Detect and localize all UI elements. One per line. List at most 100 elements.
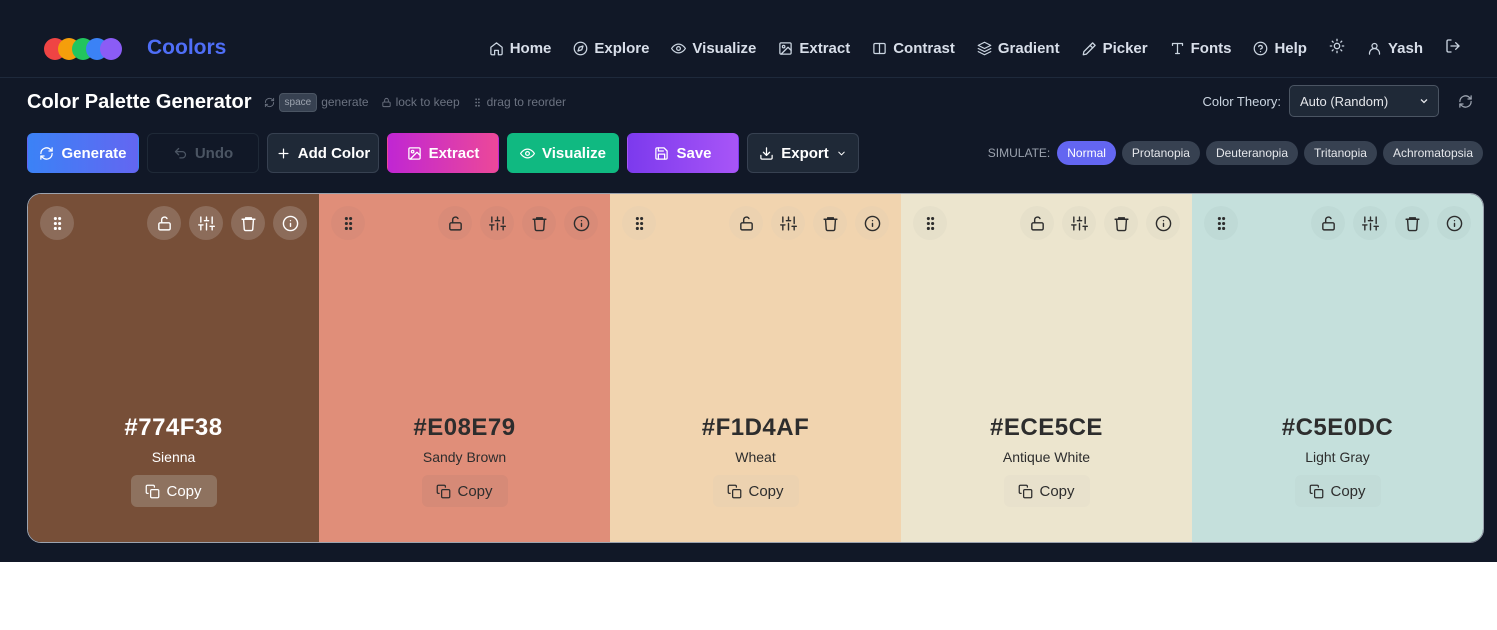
simulate-option-protanopia[interactable]: Protanopia — [1121, 141, 1200, 165]
color-theory-value: Auto (Random) — [1300, 93, 1389, 109]
logo-icon[interactable] — [44, 38, 124, 60]
copy-button[interactable]: Copy — [712, 475, 799, 507]
copy-button[interactable]: Copy — [1294, 475, 1381, 507]
extract-label: Extract — [428, 144, 480, 162]
nav-home-label: Home — [509, 40, 552, 57]
delete-button[interactable] — [1104, 206, 1138, 240]
nav-visualize[interactable]: Visualize — [671, 40, 756, 57]
theme-toggle[interactable] — [1329, 38, 1345, 59]
color-hex[interactable]: #774F38 — [28, 414, 319, 442]
trash-icon — [531, 216, 547, 231]
export-label: Export — [781, 144, 829, 162]
color-theory-select[interactable]: Auto (Random) — [1289, 85, 1439, 117]
simulate-label: SIMULATE: — [987, 146, 1051, 160]
color-swatch[interactable]: #F1D4AF Wheat Copy — [610, 194, 901, 542]
adjust-button[interactable] — [480, 206, 514, 240]
copy-icon — [146, 484, 160, 498]
lock-button[interactable] — [438, 206, 472, 240]
delete-button[interactable] — [231, 206, 265, 240]
undo-button[interactable]: Undo — [147, 133, 259, 173]
trash-icon — [822, 216, 838, 231]
logout-button[interactable] — [1445, 38, 1461, 59]
generate-button[interactable]: Generate — [27, 133, 139, 173]
nav-fonts-label: Fonts — [1190, 40, 1232, 57]
nav-help-label: Help — [1274, 40, 1307, 57]
color-name: Light Gray — [1305, 449, 1370, 465]
nav-extract[interactable]: Extract — [778, 40, 850, 57]
page-title: Color Palette Generator — [27, 90, 252, 113]
color-hex[interactable]: #E08E79 — [319, 414, 610, 442]
drag-handle[interactable] — [913, 206, 947, 240]
add-color-label: Add Color — [297, 144, 371, 162]
lock-button[interactable] — [729, 206, 763, 240]
color-swatch[interactable]: #ECE5CE Antique White Copy — [901, 194, 1192, 542]
info-button[interactable] — [1146, 206, 1180, 240]
simulate-option-normal[interactable]: Normal — [1057, 141, 1116, 165]
info-button[interactable] — [855, 206, 889, 240]
nav-picker[interactable]: Picker — [1082, 40, 1148, 57]
drag-handle[interactable] — [40, 206, 74, 240]
nav-picker-label: Picker — [1102, 40, 1148, 57]
simulate-option-deuteranopia[interactable]: Deuteranopia — [1205, 141, 1299, 165]
add-color-button[interactable]: Add Color — [267, 133, 379, 173]
reset-theory-button[interactable] — [1453, 89, 1477, 113]
user-icon — [1368, 42, 1381, 55]
hint-drag-label: drag to reorder — [486, 95, 567, 109]
copy-label: Copy — [457, 482, 493, 500]
adjust-button[interactable] — [1062, 206, 1096, 240]
color-hex[interactable]: #ECE5CE — [901, 414, 1192, 442]
unlock-icon — [157, 215, 171, 231]
copy-button[interactable]: Copy — [421, 475, 508, 507]
undo-icon — [174, 147, 186, 158]
color-swatch[interactable]: #774F38 Sienna Copy — [28, 194, 319, 542]
lock-button[interactable] — [147, 206, 181, 240]
extract-button[interactable]: Extract — [387, 133, 499, 173]
color-swatch[interactable]: #E08E79 Sandy Brown Copy — [319, 194, 610, 542]
undo-label: Undo — [194, 144, 234, 162]
color-swatch[interactable]: #C5E0DC Light Gray Copy — [1192, 194, 1483, 542]
nav-contrast[interactable]: Contrast — [872, 40, 955, 57]
save-icon — [655, 146, 669, 160]
lock-button[interactable] — [1311, 206, 1345, 240]
lock-button[interactable] — [1020, 206, 1054, 240]
visualize-button[interactable]: Visualize — [507, 133, 619, 173]
nav-contrast-label: Contrast — [893, 40, 955, 57]
drag-handle[interactable] — [622, 206, 656, 240]
save-button[interactable]: Save — [627, 133, 739, 173]
nav-gradient[interactable]: Gradient — [977, 40, 1060, 57]
nav-extract-label: Extract — [799, 40, 851, 57]
grip-icon — [635, 216, 643, 230]
nav-explore[interactable]: Explore — [573, 40, 649, 57]
info-button[interactable] — [273, 206, 307, 240]
nav-visualize-label: Visualize — [692, 40, 757, 57]
delete-button[interactable] — [522, 206, 556, 240]
visualize-label: Visualize — [542, 144, 606, 162]
delete-button[interactable] — [1395, 206, 1429, 240]
user-menu[interactable]: Yash — [1367, 40, 1423, 57]
hint-generate: space generate — [264, 92, 369, 112]
color-hex[interactable]: #C5E0DC — [1192, 414, 1483, 442]
export-button[interactable]: Export — [747, 133, 859, 173]
sliders-icon — [1070, 215, 1088, 231]
nav-home[interactable]: Home — [489, 40, 552, 57]
chevron-down-icon — [838, 151, 845, 155]
brand-name[interactable]: Coolors — [147, 36, 226, 60]
sliders-icon — [779, 215, 797, 231]
drag-handle[interactable] — [331, 206, 365, 240]
simulate-option-achromatopsia[interactable]: Achromatopsia — [1382, 141, 1483, 165]
adjust-button[interactable] — [771, 206, 805, 240]
delete-button[interactable] — [813, 206, 847, 240]
drag-handle[interactable] — [1204, 206, 1238, 240]
nav-fonts[interactable]: Fonts — [1170, 40, 1232, 57]
copy-label: Copy — [1330, 482, 1366, 500]
info-button[interactable] — [564, 206, 598, 240]
copy-button[interactable]: Copy — [130, 475, 217, 507]
adjust-button[interactable] — [1353, 206, 1387, 240]
adjust-button[interactable] — [189, 206, 223, 240]
copy-button[interactable]: Copy — [1003, 475, 1090, 507]
nav-help[interactable]: Help — [1253, 40, 1307, 57]
info-button[interactable] — [1437, 206, 1471, 240]
color-hex[interactable]: #F1D4AF — [610, 414, 901, 442]
simulate-option-tritanopia[interactable]: Tritanopia — [1304, 141, 1377, 165]
trash-icon — [1404, 216, 1420, 231]
